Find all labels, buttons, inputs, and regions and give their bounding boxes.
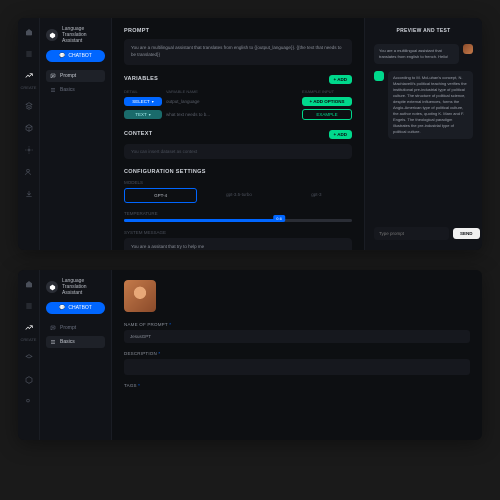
rail-create-label-2: CREATE — [21, 337, 37, 342]
chat-icon: 💬 — [59, 305, 65, 311]
models-label: MODELS — [124, 180, 352, 185]
context-heading: CONTEXT — [124, 131, 152, 137]
temperature-slider[interactable]: 0.6 — [124, 219, 352, 222]
send-button[interactable]: SEND — [453, 228, 480, 239]
rail-cube[interactable] — [23, 122, 35, 134]
rail-create-label: CREATE — [21, 85, 37, 90]
user-bubble: You are a multilingual assistant that tr… — [374, 44, 459, 64]
prompt-textarea[interactable]: You are a multilingual assistant that tr… — [124, 39, 352, 65]
nav-basics[interactable]: Basics — [46, 84, 105, 96]
main-column: PROMPT You are a multilingual assistant … — [112, 18, 364, 250]
var-type-select[interactable]: SELECT▾ — [124, 97, 162, 106]
message-assistant: According to M. McLuhan's concept, N. Ma… — [374, 71, 473, 139]
app-title-2: Language Translation Assistant — [62, 278, 105, 296]
assistant-avatar — [374, 71, 384, 81]
temp-value: 0.6 — [273, 215, 285, 222]
var-type-text[interactable]: TEXT▾ — [124, 110, 162, 119]
desc-label: DESCRIPTION * — [124, 351, 470, 356]
chat-icon: 💬 — [59, 53, 65, 59]
model-gpt3[interactable]: gpt-3 — [281, 188, 352, 203]
desc-input[interactable] — [124, 359, 470, 375]
rail-download[interactable] — [23, 188, 35, 200]
main-column-2: NAME OF PROMPT * DESCRIPTION * TAGS * — [112, 270, 482, 440]
app-logo — [46, 29, 58, 41]
name-input[interactable] — [124, 330, 470, 343]
chatbot-button[interactable]: 💬CHATBOT — [46, 50, 105, 62]
nav-prompt[interactable]: Prompt — [46, 70, 105, 82]
app-logo-2 — [46, 281, 58, 293]
rail-create-2[interactable] — [23, 322, 35, 334]
chatbot-button-2[interactable]: 💬CHATBOT — [46, 302, 105, 314]
assistant-bubble: According to M. McLuhan's concept, N. Ma… — [388, 71, 473, 139]
preview-panel: PREVIEW AND TEST You are a multilingual … — [364, 18, 482, 250]
var-name-0[interactable]: output_language — [166, 99, 298, 104]
var-col-example: EXAMPLE INPUT — [302, 89, 352, 94]
rail-home-2[interactable] — [23, 278, 35, 290]
nav-basics-2[interactable]: Basics — [46, 336, 105, 348]
var-example[interactable]: EXAMPLE — [302, 109, 352, 120]
app-window-prompt: CREATE Language Translation Assistant 💬C… — [18, 18, 482, 250]
model-gpt4[interactable]: GPT-4 — [124, 188, 197, 203]
rail-settings[interactable] — [23, 144, 35, 156]
var-add-options[interactable]: + ADD OPTIONS — [302, 97, 352, 106]
variables-heading: VARIABLES — [124, 76, 158, 82]
chevron-down-icon: ▾ — [149, 112, 151, 117]
temp-label: TEMPERATURE — [124, 211, 352, 216]
rail-list[interactable] — [23, 48, 35, 60]
add-context-button[interactable]: + ADD — [329, 130, 352, 139]
add-variable-button[interactable]: + ADD — [329, 75, 352, 84]
rail-home[interactable] — [23, 26, 35, 38]
rail-layers-2[interactable] — [23, 352, 35, 364]
name-label: NAME OF PROMPT * — [124, 322, 470, 327]
model-gpt35[interactable]: gpt-3.5-turbo — [203, 188, 274, 203]
nav-rail-2: CREATE — [18, 270, 40, 440]
var-col-detail: DETAIL — [124, 89, 162, 94]
nav-prompt-2[interactable]: Prompt — [46, 322, 105, 334]
app-title: Language Translation Assistant — [62, 26, 105, 44]
rail-layers[interactable] — [23, 100, 35, 112]
left-panel-2: Language Translation Assistant 💬CHATBOT … — [40, 270, 112, 440]
message-user: You are a multilingual assistant that tr… — [374, 44, 473, 64]
nav-rail: CREATE — [18, 18, 40, 250]
chevron-down-icon: ▾ — [152, 99, 154, 104]
prompt-image[interactable] — [124, 280, 156, 312]
system-message-input[interactable]: You are a assitant that try to help me — [124, 238, 352, 251]
context-input[interactable]: You can insert dataset as context — [124, 144, 352, 159]
prompt-heading: PROMPT — [124, 28, 352, 34]
config-heading: CONFIGURATION SETTINGS — [124, 169, 352, 175]
rail-list-2[interactable] — [23, 300, 35, 312]
app-window-basics: CREATE Language Translation Assistant 💬C… — [18, 270, 482, 440]
sysmsg-label: SYSTEM MESSAGE — [124, 230, 352, 235]
left-panel: Language Translation Assistant 💬CHATBOT … — [40, 18, 112, 250]
tags-label: TAGS * — [124, 383, 470, 388]
user-avatar — [463, 44, 473, 54]
rail-users-2[interactable] — [23, 396, 35, 408]
rail-cube-2[interactable] — [23, 374, 35, 386]
preview-heading: PREVIEW AND TEST — [374, 28, 473, 34]
rail-create[interactable] — [23, 70, 35, 82]
chat-input[interactable] — [374, 227, 449, 240]
rail-users[interactable] — [23, 166, 35, 178]
var-name-1[interactable]: what text needs to b... — [166, 112, 298, 117]
var-col-name: VARIABLE NAME — [166, 89, 298, 94]
